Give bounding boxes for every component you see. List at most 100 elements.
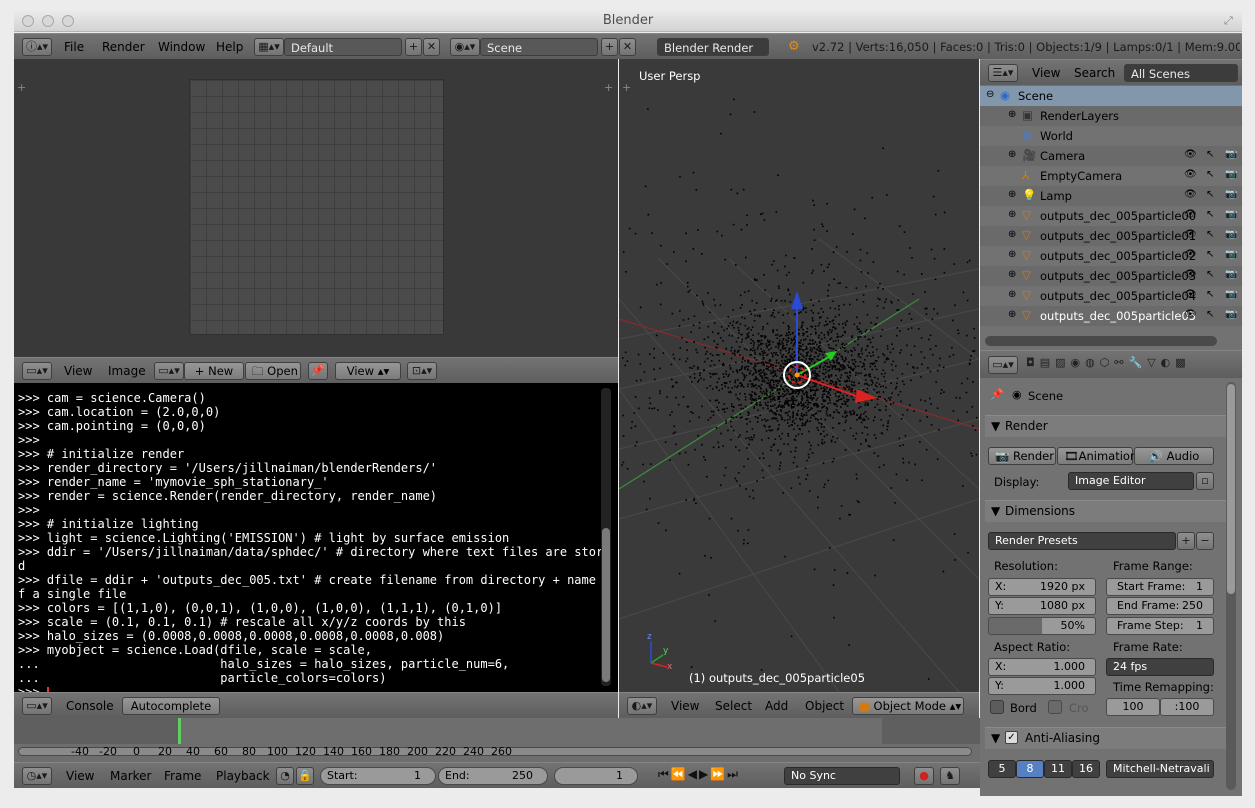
aspect-x-field[interactable]: X: 1.000	[988, 658, 1096, 676]
playhead-marker[interactable]	[178, 718, 181, 744]
menu-file[interactable]: File	[64, 40, 84, 54]
plus-icon[interactable]: +	[622, 81, 631, 94]
expand-toggle-icon[interactable]: ⊖	[986, 89, 994, 100]
plus-icon[interactable]: +	[604, 81, 613, 94]
cursor-restrict-icon[interactable]: ↖	[1206, 209, 1214, 220]
render-restrict-icon[interactable]: 📷	[1225, 229, 1237, 240]
end-frame-field[interactable]: End: 250	[438, 767, 548, 785]
menu-marker[interactable]: Marker	[110, 769, 151, 783]
scene-field[interactable]: Scene	[480, 38, 598, 56]
outliner-row[interactable]: ⊕ ▽ outputs_dec_005particle04 👁 ↖ 📷	[980, 286, 1242, 306]
outliner-row[interactable]: ⊕ ▽ outputs_dec_005particle03 👁 ↖ 📷	[980, 266, 1242, 286]
record-icon[interactable]: ●	[914, 767, 934, 785]
start-frame-field[interactable]: Start: 1	[320, 767, 436, 785]
keyframe-icon[interactable]: ♞	[940, 767, 960, 785]
add-preset-icon[interactable]: +	[1177, 532, 1195, 550]
playback-controls[interactable]: ⏮⏪◀▶⏩⏭	[658, 767, 778, 785]
menu-image[interactable]: Image	[108, 364, 146, 378]
scene-remove-icon[interactable]: ✕	[619, 38, 636, 56]
keying-set-icon[interactable]: ◔	[276, 767, 294, 785]
pin-icon[interactable]: 📌	[990, 388, 1004, 401]
animation-button[interactable]: 🎞Animation	[1057, 447, 1137, 465]
cursor-restrict-icon[interactable]: ↖	[1206, 189, 1214, 200]
expand-toggle-icon[interactable]: ⊕	[1008, 149, 1016, 160]
anti-aliasing-panel-header[interactable]: ▼ ✓ Anti-Aliasing	[985, 727, 1226, 749]
eye-icon[interactable]: 👁	[1184, 249, 1197, 260]
menu-render[interactable]: Render	[102, 40, 145, 54]
outliner-filter-select[interactable]: All Scenes	[1124, 64, 1238, 82]
cursor-restrict-icon[interactable]: ↖	[1206, 229, 1214, 240]
cursor-restrict-icon[interactable]: ↖	[1206, 269, 1214, 280]
cursor-restrict-icon[interactable]: ↖	[1206, 289, 1214, 300]
render-restrict-icon[interactable]: 📷	[1225, 149, 1237, 160]
resolution-y-field[interactable]: Y: 1080 px	[988, 597, 1096, 615]
outliner-row[interactable]: ⊕ ▣ RenderLayers	[980, 106, 1242, 126]
3d-viewport[interactable]: z y x User Persp + (1) outputs_dec_005pa…	[619, 59, 979, 692]
viewport-editor-type-icon[interactable]: ◐▴▾	[627, 697, 657, 715]
aspect-y-field[interactable]: Y: 1.000	[988, 677, 1096, 695]
scene-add-icon[interactable]: +	[601, 38, 618, 56]
image-editor-area[interactable]: + +	[14, 59, 618, 357]
render-button[interactable]: 📷 Render	[988, 447, 1056, 465]
plus-icon[interactable]: +	[17, 81, 26, 94]
eye-icon[interactable]: 👁	[1184, 189, 1197, 200]
console-editor-type-icon[interactable]: ▭▴▾	[22, 697, 52, 715]
view-mode-select[interactable]: View ▴▾	[335, 362, 401, 380]
menu-window[interactable]: Window	[158, 40, 205, 54]
python-console[interactable]: >>> cam = science.Camera() >>> cam.locati…	[14, 383, 618, 692]
outliner-row[interactable]: ⊕ 💡 Lamp 👁 ↖ 📷	[980, 186, 1242, 206]
remove-preset-icon[interactable]: −	[1196, 532, 1214, 550]
expand-toggle-icon[interactable]: ⊕	[1008, 109, 1016, 120]
image-browse-icon[interactable]: ▭▴▾	[154, 362, 184, 380]
cursor-restrict-icon[interactable]: ↖	[1206, 169, 1214, 180]
open-image-button[interactable]: 🗀 Open	[245, 362, 301, 380]
expand-toggle-icon[interactable]: ⊕	[1008, 249, 1016, 260]
menu-view[interactable]: View	[64, 364, 92, 378]
current-frame-field[interactable]: 1	[554, 767, 638, 785]
cursor-restrict-icon[interactable]: ↖	[1206, 309, 1214, 320]
aa-samples-11[interactable]: 11	[1044, 760, 1072, 778]
render-presets-select[interactable]: Render Presets	[988, 532, 1176, 550]
border-checkbox[interactable]	[990, 700, 1004, 714]
sync-select[interactable]: No Sync	[784, 767, 900, 785]
lock-icon[interactable]: 🔒	[296, 767, 314, 785]
outliner-row[interactable]: ◍ World	[980, 126, 1242, 146]
aa-samples-16[interactable]: 16	[1072, 760, 1100, 778]
menu-view[interactable]: View	[1032, 66, 1060, 80]
layout-field[interactable]: Default	[284, 38, 402, 56]
image-editor-type-icon[interactable]: ▭▴▾	[22, 362, 52, 380]
outliner-scrollbar[interactable]	[985, 336, 1217, 346]
outliner-tree[interactable]: ⊖ ◉ Scene ⊕ ▣ RenderLayers ◍ World ⊕ 🎥 Camera 👁 ↖ 📷 ⅄ E…	[980, 85, 1242, 350]
image-editor-toggle-icon[interactable]: ▫	[1196, 472, 1214, 490]
resolution-percent-slider[interactable]: 50%	[988, 617, 1096, 635]
outliner-row[interactable]: ⊖ ◉ Scene	[980, 86, 1242, 106]
aa-samples-8[interactable]: 8	[1016, 760, 1044, 778]
autocomplete-button[interactable]: Autocomplete	[122, 697, 220, 715]
eye-icon[interactable]: 👁	[1184, 309, 1197, 320]
menu-playback[interactable]: Playback	[216, 769, 270, 783]
render-restrict-icon[interactable]: 📷	[1225, 269, 1237, 280]
properties-editor-type-icon[interactable]: ▭▴▾	[988, 356, 1018, 374]
object-mode-select[interactable]: ■ Object Mode ▴▾	[852, 697, 964, 715]
remap-new-field[interactable]: :100	[1160, 698, 1214, 716]
fps-select[interactable]: 24 fps	[1106, 658, 1214, 676]
menu-frame[interactable]: Frame	[164, 769, 201, 783]
outliner-row[interactable]: ⅄ EmptyCamera 👁 ↖ 📷	[980, 166, 1242, 186]
render-restrict-icon[interactable]: 📷	[1225, 309, 1237, 320]
z-arrow[interactable]	[791, 291, 803, 309]
render-restrict-icon[interactable]: 📷	[1225, 249, 1237, 260]
layout-remove-icon[interactable]: ✕	[423, 38, 440, 56]
console-scroll-thumb[interactable]	[602, 528, 610, 682]
render-engine-select[interactable]: Blender Render	[657, 38, 769, 56]
cursor-restrict-icon[interactable]: ↖	[1206, 249, 1214, 260]
outliner-row[interactable]: ⊕ ▽ outputs_dec_005particle00 👁 ↖ 📷	[980, 206, 1242, 226]
expand-toggle-icon[interactable]: ⊕	[1008, 209, 1016, 220]
expand-toggle-icon[interactable]: ⊕	[1008, 229, 1016, 240]
properties-scrollbar[interactable]	[1226, 382, 1236, 790]
pivot-icon[interactable]: ⊡▴▾	[407, 362, 437, 380]
aa-filter-select[interactable]: Mitchell-Netravali	[1106, 760, 1214, 778]
display-select[interactable]: Image Editor	[1068, 472, 1194, 490]
scene-icon[interactable]: ◉▴▾	[450, 38, 480, 56]
properties-scroll-thumb[interactable]	[1227, 384, 1235, 594]
dimensions-panel-header[interactable]: ▼ Dimensions	[985, 500, 1226, 522]
